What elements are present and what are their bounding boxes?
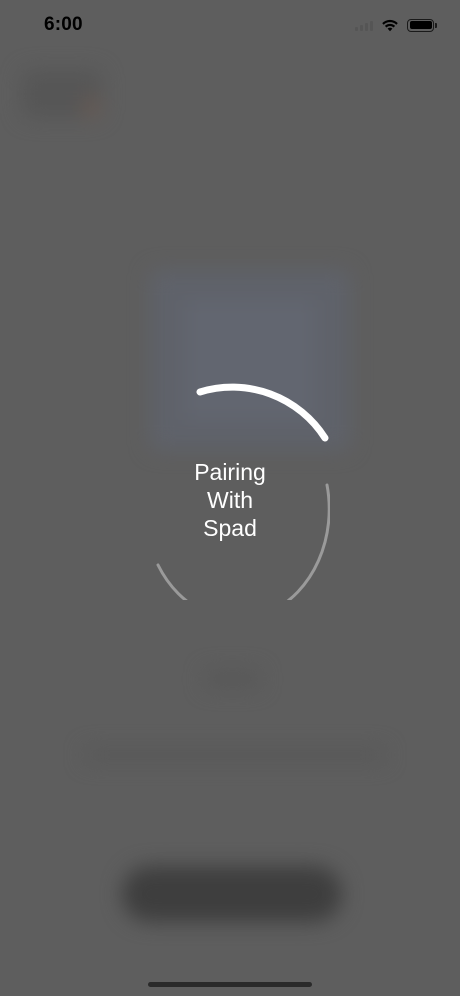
status-bar: 6:00: [0, 0, 460, 52]
wifi-icon: [382, 19, 398, 32]
home-indicator[interactable]: [148, 982, 312, 987]
status-icons: [355, 16, 437, 34]
blurred-description-text: [85, 748, 385, 762]
pairing-status-line-2: With: [207, 487, 253, 513]
pairing-loader: Pairing With Spad: [130, 380, 330, 600]
blurred-logo-accent: [84, 96, 98, 118]
pairing-status-text: Pairing With Spad: [130, 458, 330, 542]
pairing-status-line-3: Spad: [203, 515, 257, 541]
blurred-title-text: [205, 670, 260, 688]
cellular-signal-icon: [355, 19, 373, 31]
pairing-screen: 6:00 Pairing With Spad: [0, 0, 460, 996]
status-time: 6:00: [44, 14, 83, 35]
pairing-status-line-1: Pairing: [194, 459, 266, 485]
blurred-primary-button: [122, 866, 342, 922]
battery-icon: [407, 18, 437, 32]
